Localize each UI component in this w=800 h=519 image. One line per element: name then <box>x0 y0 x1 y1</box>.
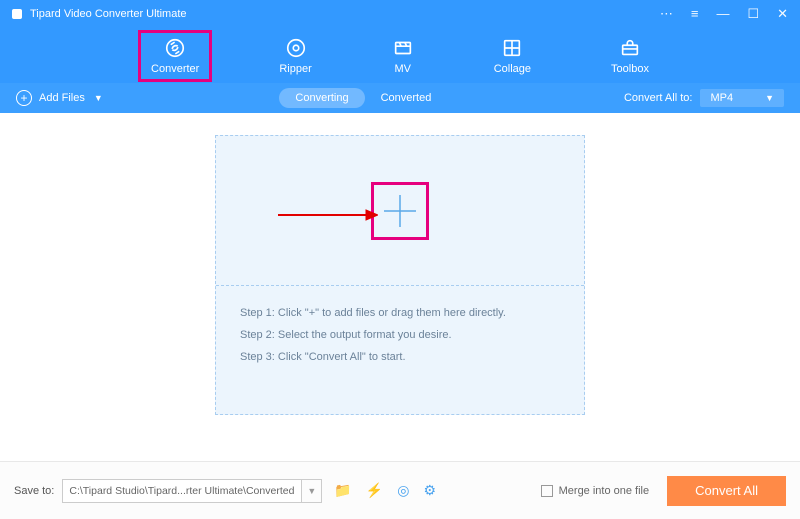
minimize-icon[interactable]: — <box>716 6 729 22</box>
tab-ripper[interactable]: Ripper <box>269 33 321 79</box>
tab-mv[interactable]: MV <box>382 33 424 79</box>
footer: Save to: C:\Tipard Studio\Tipard...rter … <box>0 461 800 519</box>
tab-toolbox[interactable]: Toolbox <box>601 33 659 79</box>
chevron-down-icon: ▼ <box>765 93 774 103</box>
ripper-icon <box>285 37 307 59</box>
feedback-icon[interactable]: ⋯ <box>660 6 673 22</box>
seg-converting[interactable]: Converting <box>279 88 364 108</box>
toolbox-icon <box>619 37 641 59</box>
save-path-dropdown[interactable]: ▼ <box>302 479 322 503</box>
merge-label: Merge into one file <box>559 485 650 497</box>
dropzone[interactable]: Step 1: Click "+" to add files or drag t… <box>215 135 585 415</box>
convert-all-to: Convert All to: MP4 ▼ <box>624 89 784 107</box>
format-value: MP4 <box>710 92 733 104</box>
menu-icon[interactable]: ≡ <box>691 6 699 22</box>
nav-label: MV <box>394 63 411 75</box>
step-text: Step 1: Click "+" to add files or drag t… <box>240 302 560 324</box>
add-files-plus[interactable] <box>371 182 429 240</box>
nav-label: Toolbox <box>611 63 649 75</box>
close-icon[interactable]: ✕ <box>777 6 788 22</box>
mv-icon <box>392 37 414 59</box>
save-to-label: Save to: <box>14 485 54 497</box>
dropzone-steps: Step 1: Click "+" to add files or drag t… <box>216 286 584 384</box>
open-folder-icon[interactable]: 📁 <box>334 482 351 499</box>
main-area: Step 1: Click "+" to add files or drag t… <box>0 113 800 453</box>
app-logo <box>12 9 22 19</box>
nav-label: Converter <box>151 63 199 75</box>
maximize-icon[interactable]: ☐ <box>747 6 759 22</box>
add-files-button[interactable]: + Add Files ▼ <box>16 90 103 106</box>
app-title: Tipard Video Converter Ultimate <box>30 8 187 20</box>
nav-label: Collage <box>494 63 531 75</box>
step-text: Step 2: Select the output format you des… <box>240 324 560 346</box>
save-path-input[interactable]: C:\Tipard Studio\Tipard...rter Ultimate\… <box>62 479 302 503</box>
dropzone-top[interactable] <box>216 136 584 286</box>
hw-accel-icon[interactable]: ⚡ <box>366 482 383 499</box>
collage-icon <box>501 37 523 59</box>
tab-collage[interactable]: Collage <box>484 33 541 79</box>
checkbox-icon <box>541 485 553 497</box>
footer-icons: 📁 ⚡ ◎ ⚙ <box>334 482 436 499</box>
annotation-arrow <box>278 208 378 227</box>
chevron-down-icon[interactable]: ▼ <box>94 93 103 103</box>
format-select[interactable]: MP4 ▼ <box>700 89 784 107</box>
convert-all-to-label: Convert All to: <box>624 92 692 104</box>
seg-converted[interactable]: Converted <box>365 88 448 108</box>
plus-icon: + <box>16 90 32 106</box>
gpu-icon[interactable]: ◎ <box>397 482 409 499</box>
navbar: Converter Ripper MV Collage Toolbox <box>0 28 800 83</box>
add-files-label: Add Files <box>39 92 85 104</box>
merge-checkbox[interactable]: Merge into one file <box>541 485 650 497</box>
step-text: Step 3: Click "Convert All" to start. <box>240 346 560 368</box>
convert-all-button[interactable]: Convert All <box>667 476 786 506</box>
settings-icon[interactable]: ⚙ <box>423 482 436 499</box>
toolbar: + Add Files ▼ Converting Converted Conve… <box>0 83 800 113</box>
titlebar: Tipard Video Converter Ultimate ⋯ ≡ — ☐ … <box>0 0 800 28</box>
converter-icon <box>164 37 186 59</box>
window-controls: ⋯ ≡ — ☐ ✕ <box>660 6 788 22</box>
segment-control: Converting Converted <box>279 88 447 108</box>
tab-converter[interactable]: Converter <box>141 33 209 79</box>
nav-label: Ripper <box>279 63 311 75</box>
